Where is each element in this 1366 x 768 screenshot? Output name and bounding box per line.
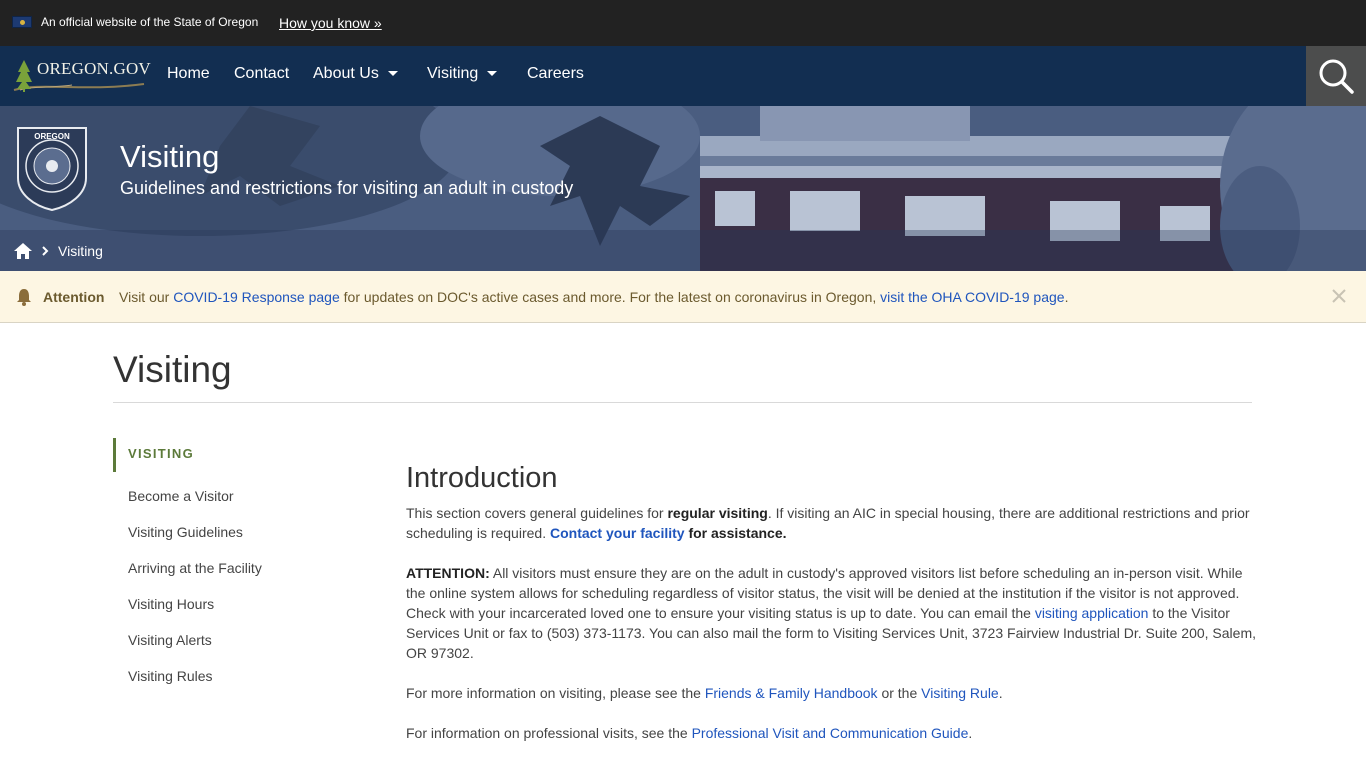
chevron-right-icon	[42, 246, 49, 256]
title-divider	[113, 402, 1252, 403]
bold-text: ATTENTION:	[406, 565, 490, 581]
alert-text-3: .	[1064, 289, 1069, 305]
nav-visiting-label: Visiting	[427, 65, 479, 82]
sidebar-item-visiting-hours[interactable]: Visiting Hours	[128, 596, 214, 612]
contact-facility-link[interactable]: Contact your facility	[550, 525, 685, 541]
sidebar-item-visiting-alerts[interactable]: Visiting Alerts	[128, 632, 212, 648]
nav-careers[interactable]: Careers	[527, 65, 584, 83]
main-content: Introduction This section covers general…	[406, 462, 1256, 763]
bold-text: regular visiting	[667, 505, 768, 521]
oha-covid-link[interactable]: visit the OHA COVID-19 page	[880, 289, 1064, 305]
text: or the	[877, 685, 922, 701]
hero-banner: OREGON Visiting Guidelines and restricti…	[0, 106, 1366, 271]
sidebar-item-visiting-rules[interactable]: Visiting Rules	[128, 668, 213, 684]
alert-text-1: Visit our	[119, 289, 174, 305]
section-heading: Introduction	[406, 462, 558, 494]
close-icon[interactable]	[1331, 288, 1347, 304]
oregon-gov-logo[interactable]: OREGON.GOV	[12, 56, 151, 96]
professional-visit-guide-link[interactable]: Professional Visit and Communication Gui…	[692, 725, 969, 741]
bold-text: for assistance.	[684, 525, 787, 541]
nav-about-us[interactable]: About Us	[313, 65, 398, 83]
chevron-down-icon	[387, 71, 398, 77]
text: For more information on visiting, please…	[406, 685, 705, 701]
alert-message: Visit our COVID-19 Response page for upd…	[119, 289, 1068, 305]
attention-paragraph: ATTENTION: All visitors must ensure they…	[406, 563, 1256, 663]
hero-subtitle: Guidelines and restrictions for visiting…	[120, 178, 574, 198]
nav-contact[interactable]: Contact	[234, 65, 289, 83]
sidebar-item-arriving-at-facility[interactable]: Arriving at the Facility	[128, 560, 262, 576]
visiting-rule-link[interactable]: Visiting Rule	[921, 685, 999, 701]
breadcrumb	[0, 230, 1366, 271]
search-button[interactable]	[1306, 46, 1366, 106]
svg-text:OREGON: OREGON	[34, 132, 70, 141]
alert-label: Attention	[43, 289, 105, 305]
official-banner-text: An official website of the State of Oreg…	[41, 15, 259, 29]
professional-visits-paragraph: For information on professional visits, …	[406, 723, 1256, 743]
more-info-paragraph: For more information on visiting, please…	[406, 683, 1256, 703]
hero-title: Visiting	[120, 139, 220, 174]
sidebar-item-become-a-visitor[interactable]: Become a Visitor	[128, 488, 234, 504]
breadcrumb-current: Visiting	[58, 243, 103, 259]
alert-text-2: for updates on DOC's active cases and mo…	[339, 289, 881, 305]
attention-alert: Attention Visit our COVID-19 Response pa…	[0, 271, 1366, 323]
text: .	[968, 725, 973, 741]
visiting-application-link[interactable]: visiting application	[1035, 605, 1149, 621]
nav-visiting[interactable]: Visiting	[427, 65, 498, 83]
search-icon	[1319, 59, 1354, 94]
friends-family-handbook-link[interactable]: Friends & Family Handbook	[705, 685, 878, 701]
oregon-flag-icon	[12, 16, 32, 28]
official-banner: An official website of the State of Oreg…	[0, 0, 1366, 46]
nav-about-us-label: About Us	[313, 65, 379, 82]
how-you-know-link[interactable]: How you know »	[279, 15, 382, 31]
home-icon[interactable]	[14, 243, 32, 259]
sidebar-item-visiting-guidelines[interactable]: Visiting Guidelines	[128, 524, 243, 540]
page-title: Visiting	[113, 349, 232, 390]
logo-text: OREGON.GOV	[37, 59, 151, 78]
text: This section covers general guidelines f…	[406, 505, 668, 521]
chevron-down-icon	[487, 71, 498, 77]
main-navbar: OREGON.GOV Home Contact About Us Visitin…	[0, 46, 1366, 106]
text: For information on professional visits, …	[406, 725, 692, 741]
bell-icon	[17, 289, 31, 306]
covid-response-link[interactable]: COVID-19 Response page	[173, 289, 340, 305]
nav-home[interactable]: Home	[167, 65, 210, 83]
doc-seal-logo: OREGON	[14, 124, 90, 212]
text: .	[998, 685, 1003, 701]
sidebar-heading[interactable]: VISITING	[113, 438, 194, 472]
intro-paragraph: This section covers general guidelines f…	[406, 503, 1256, 543]
